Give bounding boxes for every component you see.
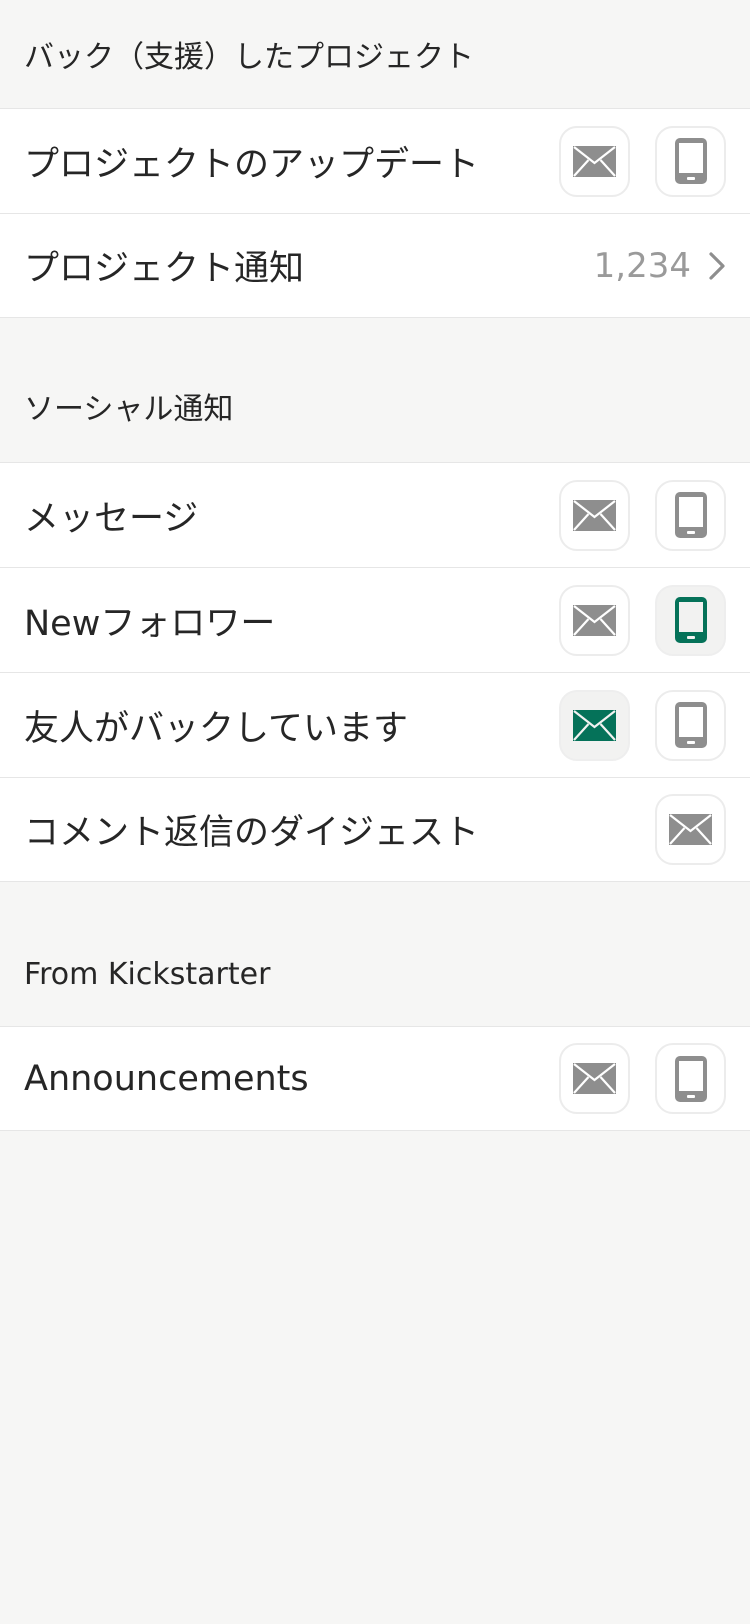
phone-icon — [674, 597, 707, 643]
email-toggle-friend-backs[interactable] — [559, 689, 630, 761]
row-messages: メッセージ — [0, 462, 750, 567]
mail-icon — [573, 709, 616, 741]
mobile-toggle-messages[interactable] — [655, 479, 726, 551]
row-comment-digest: コメント返信のダイジェスト — [0, 777, 750, 882]
row-label-project-updates: プロジェクトのアップデート — [24, 144, 480, 185]
mobile-toggle-new-followers[interactable] — [655, 584, 726, 656]
row-label-comment-digest: コメント返信のダイジェスト — [24, 813, 480, 853]
row-label-friend-backs: 友人がバックしています — [24, 708, 408, 749]
mail-icon — [573, 499, 616, 531]
row-friend-backs: 友人がバックしています — [0, 672, 750, 777]
phone-icon — [674, 138, 707, 184]
mail-icon — [573, 145, 616, 177]
row-label-messages: メッセージ — [24, 498, 199, 539]
notification-count: 1,234 — [593, 245, 691, 286]
chevron-right-icon — [709, 251, 726, 280]
section-title-social: ソーシャル通知 — [24, 392, 234, 427]
email-toggle-comment-digest[interactable] — [655, 794, 726, 865]
section-header-backed: バック（支援）したプロジェクト — [0, 0, 750, 108]
phone-icon — [674, 1055, 707, 1102]
email-toggle-messages[interactable] — [559, 479, 630, 551]
row-announcements: Announcements — [0, 1026, 750, 1131]
row-label-announcements: Announcements — [24, 1058, 309, 1099]
mail-icon — [573, 604, 616, 636]
section-title-kickstarter: From Kickstarter — [24, 957, 271, 992]
email-toggle-project-updates[interactable] — [559, 125, 630, 197]
row-new-followers: Newフォロワー — [0, 567, 750, 672]
row-label-project-notifications: プロジェクト通知 — [24, 249, 305, 289]
mobile-toggle-project-updates[interactable] — [655, 125, 726, 197]
row-project-notifications[interactable]: プロジェクト通知 1,234 — [0, 213, 750, 318]
email-toggle-new-followers[interactable] — [559, 584, 630, 656]
row-label-new-followers: Newフォロワー — [24, 603, 276, 644]
row-project-updates: プロジェクトのアップデート — [0, 108, 750, 213]
mail-icon — [669, 814, 712, 845]
phone-icon — [674, 702, 707, 748]
mobile-toggle-announcements[interactable] — [655, 1043, 726, 1114]
mail-icon — [573, 1063, 616, 1094]
email-toggle-announcements[interactable] — [559, 1043, 630, 1114]
mobile-toggle-friend-backs[interactable] — [655, 689, 726, 761]
section-header-kickstarter: From Kickstarter — [0, 882, 750, 1026]
phone-icon — [674, 492, 707, 538]
section-header-social: ソーシャル通知 — [0, 318, 750, 462]
section-title-backed: バック（支援）したプロジェクト — [24, 40, 474, 75]
